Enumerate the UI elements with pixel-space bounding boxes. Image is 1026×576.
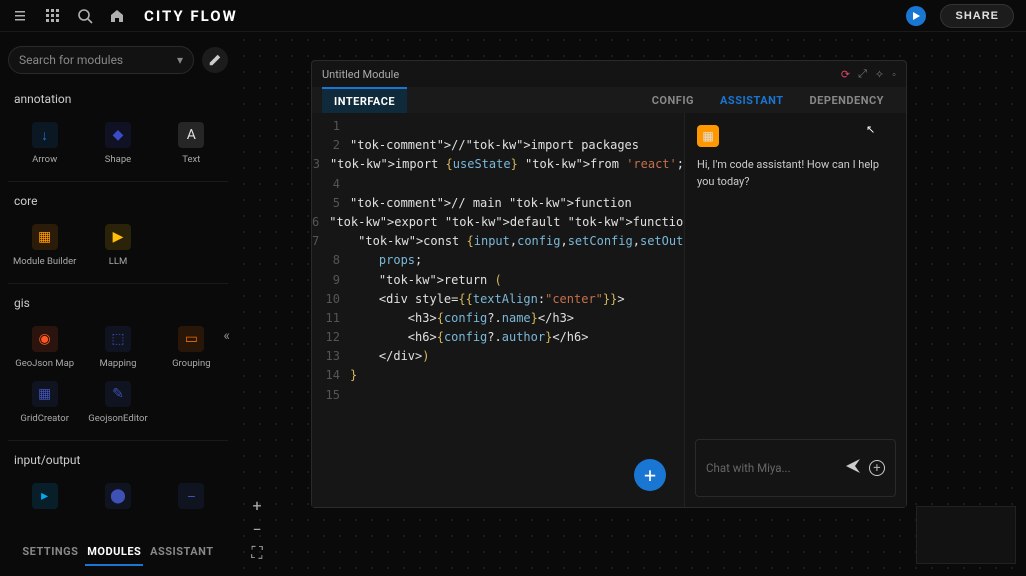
- menu-icon[interactable]: [12, 7, 30, 25]
- tab-dependency[interactable]: DEPENDENCY: [798, 88, 896, 113]
- tab-assistant[interactable]: ASSISTANT: [148, 539, 215, 566]
- module-icon: ▶: [105, 224, 131, 250]
- module-item[interactable]: ↓ Arrow: [8, 116, 81, 171]
- play-button[interactable]: [906, 6, 926, 26]
- assistant-placeholder: Chat with Miya...: [706, 461, 837, 475]
- module-search-input[interactable]: Search for modules ▾: [8, 46, 194, 74]
- zoom-out-button[interactable]: −: [246, 518, 268, 540]
- sidebar: Search for modules ▾ annotation ↓ Arrow ◆ Sh…: [0, 32, 236, 576]
- module-icon: ◉: [32, 326, 58, 352]
- code-line: 2"tok-comment">//"tok-kw">import package…: [312, 136, 684, 155]
- module-icon: ▭: [178, 326, 204, 352]
- module-icon: ▦: [32, 224, 58, 250]
- assistant-avatar-icon: ▦: [697, 125, 719, 147]
- chevron-down-icon: ▾: [177, 53, 183, 67]
- module-icon: ⬚: [105, 326, 131, 352]
- category-title: input/output: [8, 445, 228, 477]
- search-icon[interactable]: [76, 7, 94, 25]
- fullscreen-button[interactable]: ⛶: [246, 542, 268, 564]
- code-line: 9 "tok-kw">return (: [312, 271, 684, 290]
- module-label: Text: [182, 154, 200, 165]
- code-line: 3"tok-kw">import {useState} "tok-kw">fro…: [312, 155, 684, 174]
- module-item[interactable]: ✎ GeojsonEditor: [81, 375, 154, 430]
- code-line: 15: [312, 386, 684, 405]
- pin-icon[interactable]: ✧: [875, 68, 884, 81]
- module-label: Module Builder: [13, 256, 76, 267]
- share-button[interactable]: SHARE: [940, 4, 1014, 28]
- zoom-in-button[interactable]: +: [246, 494, 268, 516]
- zoom-controls: + − ⛶: [246, 494, 268, 564]
- tab-settings[interactable]: SETTINGS: [20, 539, 80, 566]
- canvas[interactable]: + − ⛶ Untitled Module ⟳ ⤢ ✧ ◦ INTERFACE …: [236, 32, 1026, 576]
- module-icon: ◆: [105, 122, 131, 148]
- module-item[interactable]: ▶ LLM: [81, 218, 154, 273]
- tab-modules[interactable]: MODULES: [85, 539, 143, 566]
- module-label: LLM: [109, 256, 128, 267]
- module-item[interactable]: ▦ GridCreator: [8, 375, 81, 430]
- module-item[interactable]: ◉ GeoJson Map: [8, 320, 81, 375]
- category-title: gis: [8, 288, 228, 320]
- assistant-panel: ▦ Hi, I'm code assistant! How can I help…: [684, 113, 906, 507]
- send-icon[interactable]: [845, 458, 861, 478]
- module-item[interactable]: ▸: [8, 477, 81, 521]
- category-title: core: [8, 186, 228, 218]
- module-icon: ▦: [32, 381, 58, 407]
- add-icon[interactable]: +: [869, 460, 885, 476]
- code-line: 6"tok-kw">export "tok-kw">default "tok-k…: [312, 213, 684, 232]
- home-icon[interactable]: [108, 7, 126, 25]
- module-icon: ✎: [105, 381, 131, 407]
- tab-interface[interactable]: INTERFACE: [322, 87, 407, 114]
- module-label: GeoJson Map: [15, 358, 74, 369]
- code-line: 11 <h3>{config?.name}</h3>: [312, 309, 684, 328]
- module-icon: ⬤: [105, 483, 131, 509]
- module-item[interactable]: ⬚ Mapping: [81, 320, 154, 375]
- apps-icon[interactable]: [44, 7, 62, 25]
- module-item[interactable]: ⎯: [155, 477, 228, 521]
- refresh-icon[interactable]: ⟳: [841, 68, 850, 81]
- module-item[interactable]: A Text: [155, 116, 228, 171]
- assistant-message: Hi, I'm code assistant! How can I help y…: [697, 157, 894, 190]
- code-editor[interactable]: 12"tok-comment">//"tok-kw">import packag…: [312, 113, 684, 507]
- code-line: 10 <div style={{textAlign:"center"}}>: [312, 290, 684, 309]
- module-item[interactable]: ◆ Shape: [81, 116, 154, 171]
- tab-config[interactable]: CONFIG: [640, 88, 706, 113]
- code-line: 14}: [312, 366, 684, 385]
- module-label: Shape: [105, 154, 131, 165]
- module-window: Untitled Module ⟳ ⤢ ✧ ◦ INTERFACE CONFIG…: [311, 60, 907, 508]
- module-item[interactable]: ▦ Module Builder: [8, 218, 81, 273]
- module-icon: A: [178, 122, 204, 148]
- tab-assistant-module[interactable]: ASSISTANT: [708, 88, 795, 113]
- module-icon: ▸: [32, 483, 58, 509]
- code-line: 12 <h6>{config?.author}</h6>: [312, 328, 684, 347]
- edit-button[interactable]: [202, 47, 228, 73]
- code-line: 4: [312, 175, 684, 194]
- module-label: Grouping: [172, 358, 210, 369]
- module-label: GridCreator: [20, 413, 69, 424]
- code-line: 13 </div>): [312, 347, 684, 366]
- module-item[interactable]: ⬤: [81, 477, 154, 521]
- module-label: GeojsonEditor: [88, 413, 147, 424]
- module-item[interactable]: ▭ Grouping: [155, 320, 228, 375]
- code-line: 1: [312, 117, 684, 136]
- minimap[interactable]: [916, 506, 1016, 564]
- code-line: 8 props;: [312, 251, 684, 270]
- app-title: CITY FLOW: [144, 7, 238, 25]
- sidebar-tabs: SETTINGS MODULES ASSISTANT: [0, 529, 236, 576]
- collapse-sidebar-icon[interactable]: «: [223, 328, 230, 344]
- module-icon: ⎯: [178, 483, 204, 509]
- code-line: 7 "tok-kw">const {input,config,setConfig…: [312, 232, 684, 251]
- code-line: 5"tok-comment">// main "tok-kw">function: [312, 194, 684, 213]
- more-icon[interactable]: ◦: [892, 68, 896, 81]
- module-icon: ↓: [32, 122, 58, 148]
- module-label: Arrow: [32, 154, 57, 165]
- app-header: CITY FLOW SHARE: [0, 0, 1026, 32]
- category-title: annotation: [8, 84, 228, 116]
- module-title: Untitled Module: [322, 68, 399, 81]
- assistant-chat-input[interactable]: Chat with Miya... +: [695, 439, 896, 497]
- expand-icon[interactable]: ⤢: [858, 67, 867, 81]
- add-fab-button[interactable]: +: [634, 459, 666, 491]
- module-label: Mapping: [99, 358, 136, 369]
- search-placeholder: Search for modules: [19, 53, 123, 67]
